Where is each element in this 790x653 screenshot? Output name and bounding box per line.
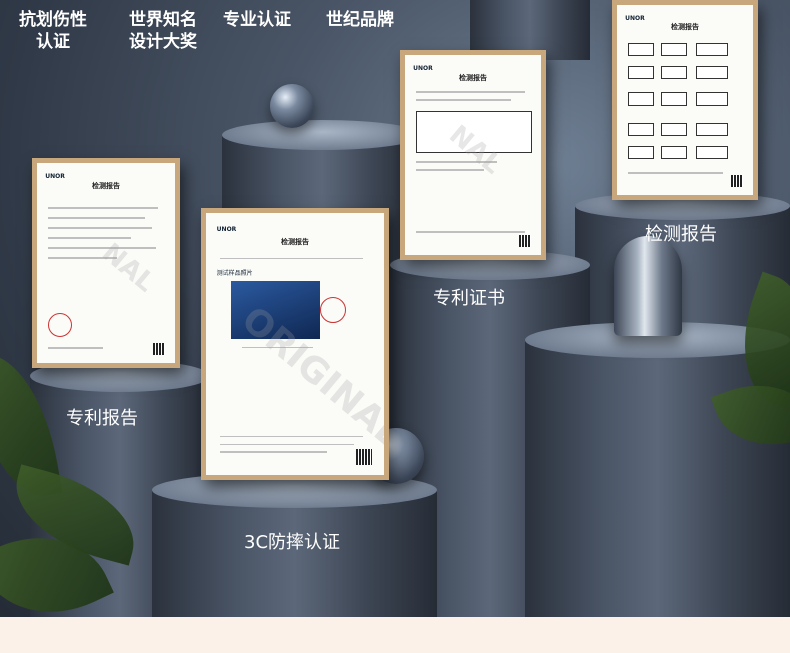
brand-logo: UNOR xyxy=(216,226,237,234)
brand-logo: UNOR xyxy=(413,65,433,72)
brand-logo: UNOR xyxy=(45,173,65,180)
sphere-ornament xyxy=(270,84,314,128)
document-title: 检测报告 xyxy=(92,182,120,190)
caption-patent-report: 专利报告 xyxy=(66,408,138,429)
qr-code-icon xyxy=(153,343,166,355)
pillar-front xyxy=(152,490,437,625)
section-heading: 测试样品照片 xyxy=(216,270,253,278)
red-seal-icon xyxy=(319,296,346,323)
dome-ornament xyxy=(614,236,682,336)
badge-professional-cert: 专业认证 xyxy=(223,10,291,30)
document-title: 检测报告 xyxy=(671,23,699,32)
patent-certificate-document: UNOR 检测报告 NAL xyxy=(400,50,546,260)
badge-century-brand: 世纪品牌 xyxy=(326,10,394,30)
badge-design-award: 世界知名 设计大奖 xyxy=(129,10,197,52)
drop-test-report-document: UNOR 检测报告 测试样品照片 ORIGINAL xyxy=(201,208,389,480)
caption-test-report: 检测报告 xyxy=(645,224,717,245)
patent-report-document: UNOR 检测报告 NAL xyxy=(32,158,180,368)
document-title: 检测报告 xyxy=(281,237,309,246)
caption-drop-cert: 3C防摔认证 xyxy=(244,532,341,553)
test-report-document: UNOR 检测报告 xyxy=(612,0,758,200)
brand-logo: UNOR xyxy=(625,14,645,22)
qr-code-icon xyxy=(355,448,372,465)
pillar-back-left-top xyxy=(222,120,422,150)
document-title: 检测报告 xyxy=(459,74,487,82)
red-seal-icon xyxy=(48,313,73,337)
qr-code-icon xyxy=(519,235,532,247)
pillar-right-front xyxy=(525,340,790,625)
bottom-band xyxy=(0,617,790,653)
badge-scratch-resistance: 抗划伤性 认证 xyxy=(19,10,87,52)
product-showcase-banner: UNOR 检测报告 NAL UNOR 检测报告 测试样品照片 ORIGINAL xyxy=(0,0,790,653)
qr-code-icon xyxy=(731,175,744,188)
caption-patent-cert: 专利证书 xyxy=(433,288,505,309)
